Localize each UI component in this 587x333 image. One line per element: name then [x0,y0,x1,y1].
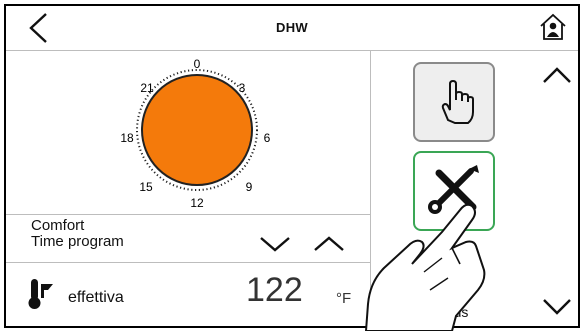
clock-dial [141,74,253,186]
scroll-down-chevron-icon[interactable] [542,296,572,316]
scroll-up-chevron-icon[interactable] [542,66,572,86]
header-bar: DHW [6,6,578,51]
clock-label-9: 9 [246,180,253,194]
mode-up-chevron-icon[interactable] [312,234,346,254]
divider-mode-bottom [6,262,370,263]
temperature-unit: °F [336,290,352,307]
home-person-icon[interactable] [538,12,568,42]
page-title: DHW [276,20,308,35]
mode-program: Time program [31,233,124,250]
clock-label-18: 18 [120,131,134,145]
screen-frame: DHW 0 3 6 9 12 15 18 21 Comfort Time pro… [4,4,580,331]
hand-pointer-icon [441,79,474,124]
vertical-divider [370,50,371,326]
time-program-clock-panel: 0 3 6 9 12 15 18 21 [6,50,370,214]
mode-down-chevron-icon[interactable] [258,234,292,254]
divider-mode-top [6,214,370,215]
temperature-label: effettiva [68,289,124,306]
mode-info: Comfort Time program [31,218,124,250]
status-label: status [431,304,469,320]
clock-label-0: 0 [194,57,201,71]
manual-mode-button[interactable] [413,62,495,142]
wrench-screwdriver-icon [428,165,479,214]
mode-name: Comfort [31,217,85,234]
clock-label-12: 12 [190,196,204,210]
temperature-value: 122 [246,271,303,309]
time-program-clock[interactable]: 0 3 6 9 12 15 18 21 [6,50,370,214]
thermometer-icon [28,279,53,309]
settings-tools-button[interactable] [413,151,495,231]
clock-label-6: 6 [264,131,271,145]
clock-label-21: 21 [140,81,154,95]
clock-label-3: 3 [239,81,246,95]
clock-label-15: 15 [139,180,153,194]
